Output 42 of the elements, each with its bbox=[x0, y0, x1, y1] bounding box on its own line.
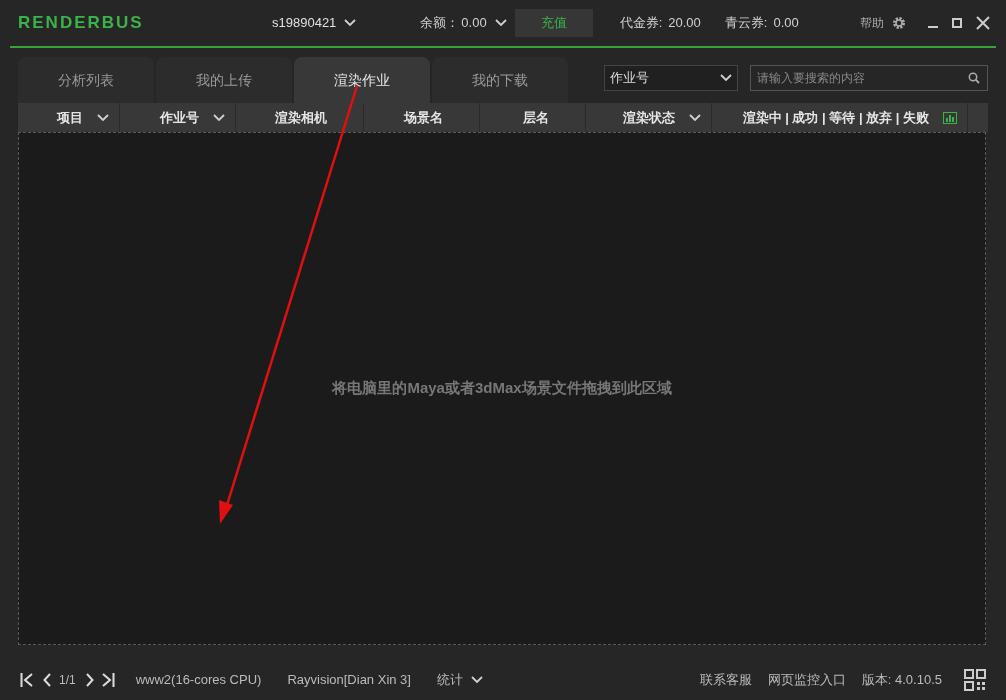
app-logo: RENDERBUS bbox=[18, 12, 145, 35]
contact-link[interactable]: 联系客服 bbox=[699, 670, 752, 690]
tab[interactable]: 渲染作业 bbox=[294, 57, 430, 103]
search-field[interactable]: 请输入要搜索的内容 bbox=[750, 65, 988, 91]
account-dropdown[interactable]: s19890421 bbox=[272, 13, 357, 33]
chevron-down-icon bbox=[494, 19, 507, 27]
page-indicator: 1/1 bbox=[59, 672, 76, 689]
close-icon[interactable] bbox=[976, 16, 990, 30]
previous-page-icon[interactable] bbox=[43, 673, 51, 687]
chevron-down-icon bbox=[344, 19, 357, 27]
drop-area[interactable]: 将电脑里的Maya或者3dMax场景文件拖拽到此区域 bbox=[18, 132, 986, 645]
maximize-icon[interactable] bbox=[952, 18, 962, 28]
version-label: 版本: 4.0.10.5 bbox=[861, 671, 942, 690]
qingyun-label: 青云券: bbox=[724, 14, 768, 33]
next-page-icon[interactable] bbox=[85, 673, 94, 687]
recharge-button[interactable]: 充值 bbox=[514, 9, 593, 37]
last-page-icon[interactable] bbox=[101, 673, 115, 687]
web-monitor-link[interactable]: 网页监控入口 bbox=[767, 670, 846, 690]
chevron-down-icon bbox=[720, 74, 732, 82]
bar-chart-icon[interactable] bbox=[943, 111, 957, 124]
chevron-down-icon bbox=[97, 113, 109, 122]
chevron-down-icon bbox=[213, 113, 225, 122]
tab[interactable]: 我的下载 bbox=[432, 57, 568, 103]
filter-dropdown[interactable]: 作业号 bbox=[604, 65, 738, 91]
drop-hint: 将电脑里的Maya或者3dMax场景文件拖拽到此区域 bbox=[332, 378, 672, 399]
settings-icon[interactable] bbox=[892, 16, 906, 30]
qingyun-value: 0.00 bbox=[773, 14, 799, 33]
balance-label: 余额： bbox=[420, 14, 460, 33]
server-info: Rayvision[Dian Xin 3] bbox=[287, 671, 411, 690]
balance-dropdown[interactable]: 0.00 bbox=[461, 13, 507, 33]
chevron-down-icon bbox=[689, 113, 701, 122]
tab[interactable]: 分析列表 bbox=[18, 57, 154, 103]
search-icon[interactable] bbox=[968, 72, 980, 84]
voucher-label: 代金券: bbox=[619, 14, 663, 33]
chevron-down-icon bbox=[470, 676, 483, 684]
qr-code-icon[interactable] bbox=[964, 669, 986, 691]
help-link[interactable]: 帮助 bbox=[860, 14, 884, 32]
voucher-value: 20.00 bbox=[668, 14, 701, 33]
stats-dropdown[interactable]: 统计 bbox=[436, 670, 483, 690]
first-page-icon[interactable] bbox=[20, 673, 33, 687]
machine-info: www2(16-cores CPU) bbox=[135, 671, 262, 690]
tab[interactable]: 我的上传 bbox=[156, 57, 292, 103]
